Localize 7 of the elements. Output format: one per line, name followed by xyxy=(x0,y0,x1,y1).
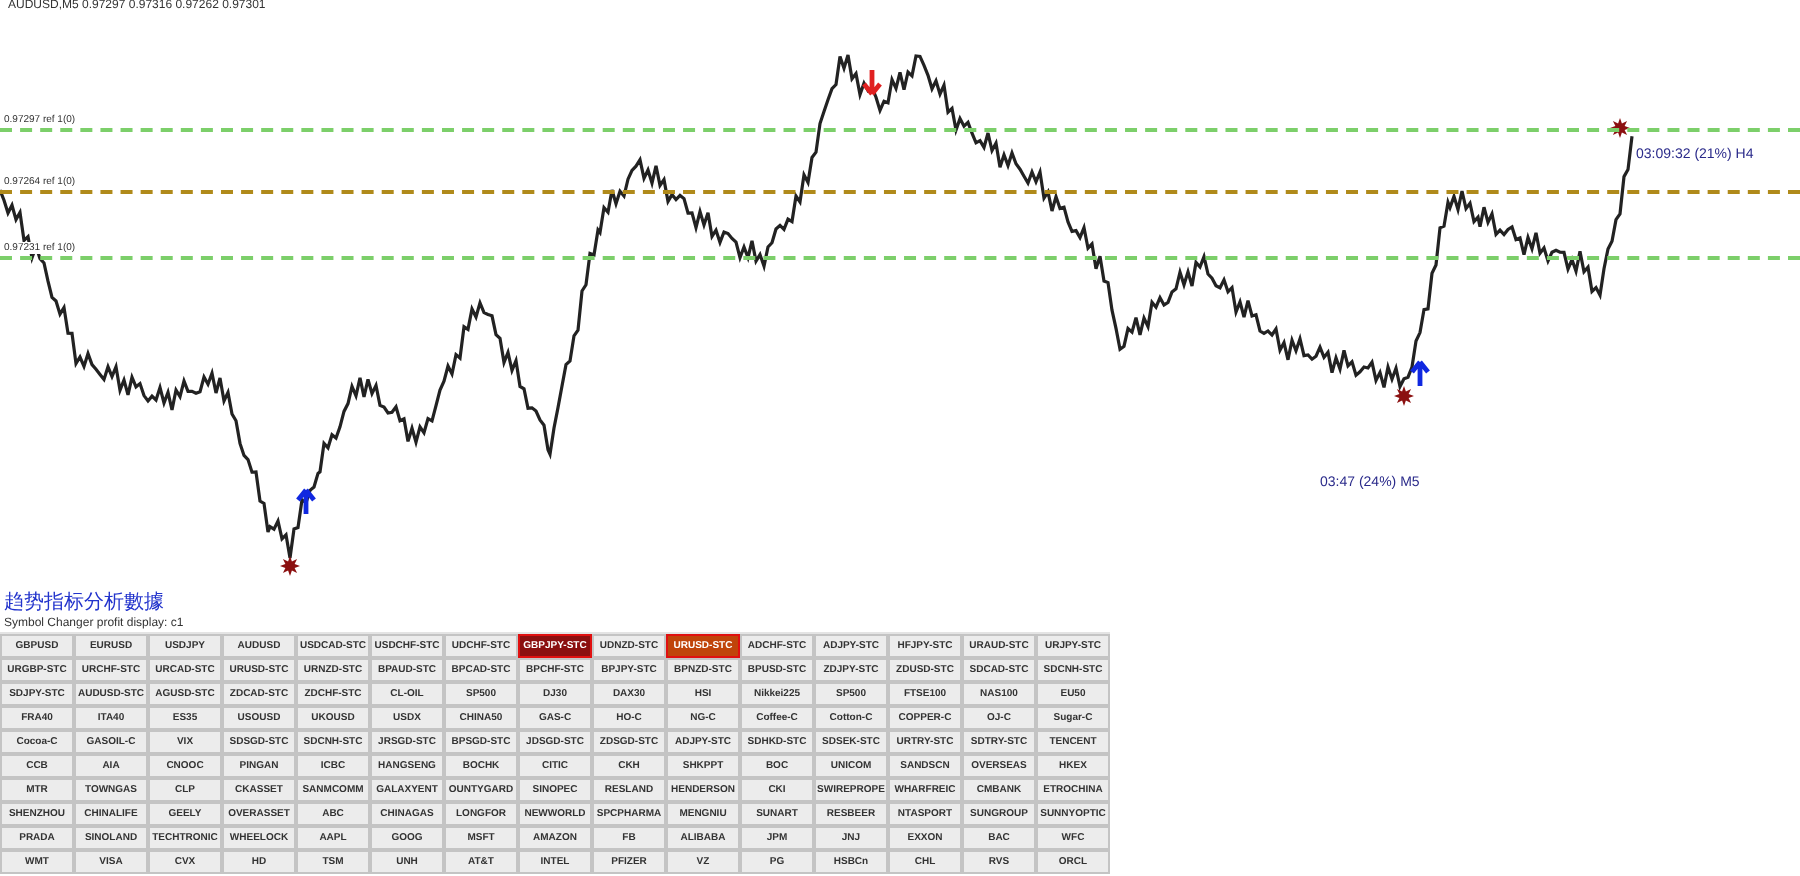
star-marker-icon xyxy=(1610,118,1630,138)
up-arrow-icon xyxy=(295,487,317,517)
star-marker-icon xyxy=(1394,386,1414,406)
up-arrow-icon xyxy=(1409,359,1431,389)
star-marker-icon xyxy=(280,556,300,576)
down-arrow-icon xyxy=(861,67,883,97)
indicator-note: 趋势指标分析數據 xyxy=(2,592,166,616)
